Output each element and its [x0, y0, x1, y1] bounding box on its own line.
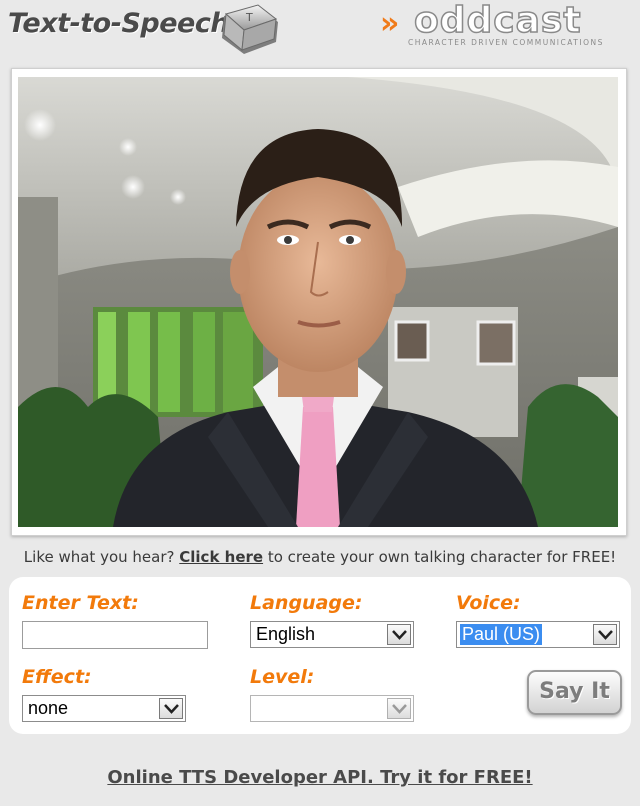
oddcast-logo: » oddcast CHARACTER DRIVEN COMMUNICATION…: [380, 0, 620, 50]
header: Text-to-Speech T » oddcast CHARACTER DRI…: [0, 0, 640, 62]
chevron-down-icon[interactable]: [593, 624, 617, 645]
promo-prefix: Like what you hear?: [23, 548, 175, 566]
app-title: Text-to-Speech: [8, 8, 230, 39]
level-label: Level:: [250, 666, 315, 688]
effect-select[interactable]: none: [22, 695, 186, 722]
effect-label: Effect:: [22, 666, 92, 688]
voice-select[interactable]: Paul (US): [456, 621, 620, 648]
language-label: Language:: [250, 592, 363, 614]
click-here-link[interactable]: Click here: [179, 548, 263, 566]
level-select[interactable]: [250, 695, 414, 722]
effect-value: none: [28, 698, 69, 718]
developer-api-link[interactable]: Online TTS Developer API. Try it for FRE…: [0, 767, 640, 788]
chevron-down-icon[interactable]: [387, 698, 411, 719]
character-stage: [11, 68, 627, 536]
chevron-down-icon[interactable]: [387, 624, 411, 645]
say-it-button[interactable]: Say It: [527, 670, 622, 715]
keyboard-key-icon: T: [222, 4, 278, 54]
talking-character-image: [18, 77, 618, 527]
language-select[interactable]: English: [250, 621, 414, 648]
brand-tagline: CHARACTER DRIVEN COMMUNICATIONS: [408, 38, 604, 47]
oddcast-chevron-icon: »: [380, 6, 400, 41]
promo-text: Like what you hear? Click here to create…: [0, 548, 640, 566]
voice-label: Voice:: [456, 592, 521, 614]
enter-text-input[interactable]: [22, 621, 208, 649]
brand-name: oddcast: [413, 0, 582, 42]
tts-control-panel: Enter Text: Language: English Voice: Pau…: [9, 577, 631, 734]
enter-text-label: Enter Text:: [22, 592, 139, 614]
promo-suffix: to create your own talking character for…: [267, 548, 617, 566]
svg-text:T: T: [245, 11, 253, 24]
language-value: English: [256, 624, 316, 644]
voice-value: Paul (US): [460, 624, 543, 645]
chevron-down-icon[interactable]: [159, 698, 183, 719]
